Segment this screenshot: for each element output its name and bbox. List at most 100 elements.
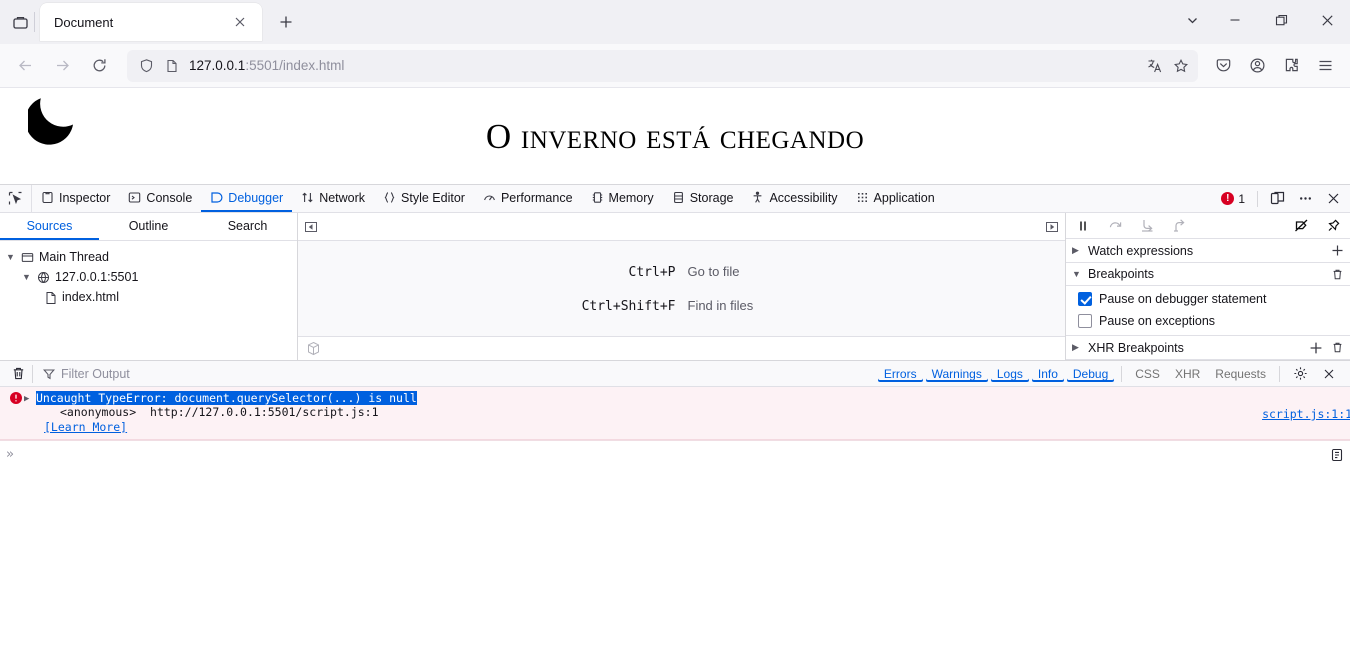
url-host: 127.0.0.1 — [189, 58, 246, 73]
url-bar[interactable]: 127.0.0.1:5501/index.html — [127, 49, 1198, 82]
minimize-button[interactable] — [1212, 0, 1258, 40]
tab-console[interactable]: Console — [119, 185, 201, 212]
console-settings-gear-icon[interactable] — [1287, 361, 1313, 387]
editor-tabbar — [298, 213, 1065, 241]
tree-item-main-thread[interactable]: ▼ Main Thread — [0, 247, 297, 267]
tab-storage[interactable]: Storage — [663, 185, 743, 212]
console-filter-buttons: Errors Warnings Logs Info Debug CSS XHR … — [878, 361, 1346, 387]
tab-network[interactable]: Network — [292, 185, 374, 212]
responsive-design-mode-icon[interactable] — [1264, 186, 1290, 212]
tab-accessibility[interactable]: Accessibility — [742, 185, 846, 212]
tab-performance[interactable]: Performance — [474, 185, 582, 212]
bookmark-star-icon[interactable] — [1168, 53, 1194, 79]
filter-xhr[interactable]: XHR — [1169, 366, 1206, 382]
reload-button[interactable] — [82, 50, 116, 82]
devtools-close-icon[interactable] — [1320, 186, 1346, 212]
step-in-icon[interactable] — [1136, 215, 1158, 237]
account-icon[interactable] — [1240, 50, 1274, 82]
deactivate-breakpoints-icon[interactable] — [1290, 215, 1312, 237]
browser-tab[interactable]: Document — [34, 3, 262, 41]
error-icon: ! — [1221, 192, 1235, 205]
back-button[interactable] — [8, 50, 42, 82]
application-icon — [856, 191, 869, 204]
devtools-toolbar: Inspector Console Debugger Network Style… — [0, 185, 1350, 213]
tree-item-file[interactable]: index.html — [0, 287, 297, 307]
add-watch-expression-button[interactable] — [1331, 244, 1344, 257]
editor-footer — [298, 336, 1065, 360]
chevron-down-icon[interactable]: ▼ — [6, 252, 16, 262]
chevron-down-icon[interactable]: ▼ — [1072, 269, 1082, 279]
tab-debugger[interactable]: Debugger — [201, 185, 293, 212]
clear-console-icon[interactable] — [4, 366, 32, 381]
sources-tablist: Sources Outline Search — [0, 213, 297, 241]
filter-css[interactable]: CSS — [1129, 366, 1166, 382]
devtools-menu-icon[interactable] — [1292, 186, 1318, 212]
pin-sidebar-icon[interactable] — [1322, 215, 1344, 237]
sources-tab-outline[interactable]: Outline — [99, 213, 198, 240]
chevron-right-icon[interactable]: ▶ — [1072, 342, 1082, 353]
shortcut-find-in-files: Ctrl+Shift+F Find in files — [526, 298, 838, 314]
checkbox[interactable] — [1078, 314, 1092, 329]
new-tab-button[interactable] — [272, 8, 300, 36]
tab-inspector[interactable]: Inspector — [32, 185, 119, 212]
option-pause-on-exceptions[interactable]: Pause on exceptions — [1066, 310, 1350, 332]
xhr-breakpoint-actions — [1309, 341, 1344, 355]
filter-requests[interactable]: Requests — [1209, 366, 1272, 382]
translate-icon[interactable] — [1142, 53, 1168, 79]
forward-button[interactable] — [45, 50, 79, 82]
tab-style-editor[interactable]: Style Editor — [374, 185, 474, 212]
console-filter-input[interactable]: Filter Output — [32, 364, 130, 383]
window-controls — [1172, 0, 1350, 40]
filter-warnings[interactable]: Warnings — [926, 366, 988, 382]
chevron-right-icon[interactable]: ▶ — [1072, 245, 1082, 256]
app-menu-icon[interactable] — [1308, 50, 1342, 82]
shield-icon[interactable] — [133, 53, 159, 79]
sources-tab-sources[interactable]: Sources — [0, 213, 99, 240]
chevron-down-icon[interactable]: ▼ — [22, 272, 32, 282]
filter-logs[interactable]: Logs — [991, 366, 1029, 382]
pause-icon[interactable] — [1072, 215, 1094, 237]
shortcut-label: Go to file — [687, 263, 740, 279]
collapse-sources-icon[interactable] — [304, 220, 318, 234]
extensions-icon[interactable] — [1274, 50, 1308, 82]
element-picker-icon[interactable] — [0, 185, 32, 212]
error-text: Uncaught TypeError: document.querySelect… — [36, 391, 417, 405]
option-pause-on-debugger-statement[interactable]: Pause on debugger statement — [1066, 288, 1350, 310]
remove-all-breakpoints-button[interactable] — [1331, 268, 1344, 281]
filter-info[interactable]: Info — [1032, 366, 1064, 382]
console-close-icon[interactable] — [1316, 361, 1342, 387]
expand-sidebar-icon[interactable] — [1045, 220, 1059, 234]
console-error-message[interactable]: ▶ Uncaught TypeError: document.querySele… — [0, 387, 1350, 441]
sources-tab-search[interactable]: Search — [198, 213, 297, 240]
maximize-button[interactable] — [1258, 0, 1304, 40]
pocket-icon[interactable] — [1206, 50, 1240, 82]
close-icon[interactable] — [226, 8, 254, 36]
frame-url[interactable]: http://127.0.0.1:5501/script.js:1 — [150, 405, 378, 419]
source-map-icon[interactable] — [306, 341, 321, 356]
error-count-badge[interactable]: ! 1 — [1215, 192, 1251, 206]
step-over-icon[interactable] — [1104, 215, 1126, 237]
tab-title: Document — [54, 14, 114, 30]
tree-item-label: Main Thread — [39, 250, 109, 264]
learn-more-link[interactable]: [Learn More] — [36, 420, 127, 434]
step-out-icon[interactable] — [1168, 215, 1190, 237]
tab-application[interactable]: Application — [847, 185, 944, 212]
console-editor-mode-icon[interactable] — [1330, 448, 1344, 462]
checkbox[interactable] — [1078, 292, 1092, 307]
console-source-link[interactable]: script.js:1:16 — [1262, 407, 1350, 421]
shortcut-key: Ctrl+P — [628, 264, 676, 280]
filter-debug[interactable]: Debug — [1067, 366, 1114, 382]
expand-arrow-icon[interactable]: ▶ — [24, 391, 36, 434]
filter-errors[interactable]: Errors — [878, 366, 923, 382]
console-toolbar: Filter Output Errors Warnings Logs Info … — [0, 361, 1350, 387]
section-xhr-breakpoints[interactable]: ▶ XHR Breakpoints — [1066, 336, 1350, 360]
console-input-row[interactable]: » — [0, 440, 1350, 468]
chevron-down-icon[interactable] — [1172, 0, 1212, 40]
tree-item-origin[interactable]: ▼ 127.0.0.1:5501 — [0, 267, 297, 287]
close-window-button[interactable] — [1304, 0, 1350, 40]
section-watch-expressions[interactable]: ▶ Watch expressions — [1066, 239, 1350, 263]
remove-all-xhr-breakpoints-button[interactable] — [1331, 341, 1344, 354]
tab-memory[interactable]: Memory — [582, 185, 663, 212]
add-xhr-breakpoint-button[interactable] — [1309, 341, 1323, 355]
section-breakpoints[interactable]: ▼ Breakpoints — [1066, 262, 1350, 287]
